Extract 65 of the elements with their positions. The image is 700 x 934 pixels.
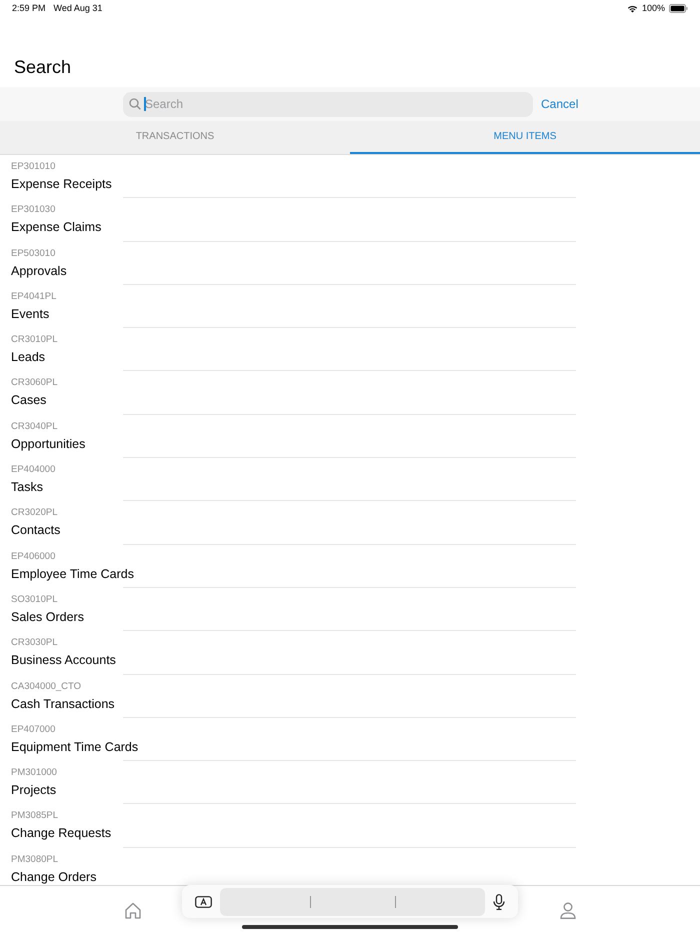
item-name: Expense Receipts [11,176,113,192]
battery-percent: 100% [642,2,665,15]
menu-item[interactable]: CR3020PL Contacts [0,501,700,545]
item-name: Equipment Time Cards [11,738,140,755]
item-name: Business Accounts [11,652,117,668]
item-code: EP301010 [11,161,56,173]
item-name: Change Orders [11,868,98,885]
menu-item[interactable]: PM3080PL Change Orders [0,848,700,885]
person-icon[interactable] [560,902,576,918]
menu-item[interactable]: EP406000 Employee Time Cards [0,544,700,588]
status-time: 2:59 PM [12,2,46,15]
item-name: Cases [11,392,48,408]
item-code: CR3020PL [11,507,58,520]
item-name: Expense Claims [11,219,102,236]
menu-item[interactable]: PM3085PL Change Requests [0,804,700,848]
item-code: CR3030PL [11,637,58,650]
item-code: CR3060PL [11,377,58,390]
item-name: Sales Orders [11,608,85,625]
item-name: Change Requests [11,825,112,842]
menu-item[interactable]: CR3010PL Leads [0,328,700,372]
menu-item[interactable]: EP4041PL Events [0,284,700,328]
menu-item[interactable]: CR3060PL Cases [0,371,700,415]
status-date: Wed Aug 31 [54,2,102,15]
item-code: PM3080PL [11,854,60,866]
keyboard-letter-icon[interactable] [195,896,212,908]
item-code: EP301030 [11,204,56,216]
item-code: PM301000 [11,767,58,780]
search-icon [129,98,141,110]
menu-item[interactable]: CR3040PL Opportunities [0,414,700,458]
search-field[interactable]: Search [123,92,533,116]
page-title: Search [14,56,72,79]
menu-item[interactable]: CA304000_CTO Cash Transactions [0,674,700,718]
menu-item[interactable]: PM301000 Projects [0,761,700,804]
item-name: Cash Transactions [11,696,116,712]
item-code: EP503010 [11,248,56,260]
item-name: Events [11,306,50,322]
microphone-icon[interactable] [493,894,505,910]
menu-item[interactable]: SO3010PL Sales Orders [0,588,700,632]
battery-icon [669,4,688,13]
item-code: CR3040PL [11,420,58,433]
item-code: CR3010PL [11,334,58,346]
wifi-icon [626,4,638,12]
item-code: EP406000 [11,550,56,563]
item-code: EP407000 [11,724,56,736]
item-code: SO3010PL [11,594,58,606]
item-name: Tasks [11,479,44,496]
item-name: Opportunities [11,436,86,452]
menu-item[interactable]: EP404000 Tasks [0,458,700,502]
menu-item[interactable]: CR3030PL Business Accounts [0,631,700,675]
item-code: EP404000 [11,464,56,476]
item-name: Employee Time Cards [11,566,135,582]
item-name: Projects [11,782,58,798]
item-name: Contacts [11,522,62,538]
item-name: Approvals [11,262,68,279]
cancel-button[interactable]: Cancel [541,95,578,113]
item-name: Leads [11,349,46,366]
home-icon[interactable] [124,902,142,918]
menu-item[interactable]: EP407000 Equipment Time Cards [0,718,700,762]
item-code: PM3085PL [11,810,60,822]
item-code: EP4041PL [11,290,58,303]
menu-item[interactable]: EP503010 Approvals [0,242,700,285]
item-code: CA304000_CTO [11,680,82,693]
menu-item[interactable]: EP301010 Expense Receipts [0,155,700,198]
tab[interactable]: MENU ITEMS [350,121,700,154]
menu-item[interactable]: EP301030 Expense Claims [0,198,700,242]
